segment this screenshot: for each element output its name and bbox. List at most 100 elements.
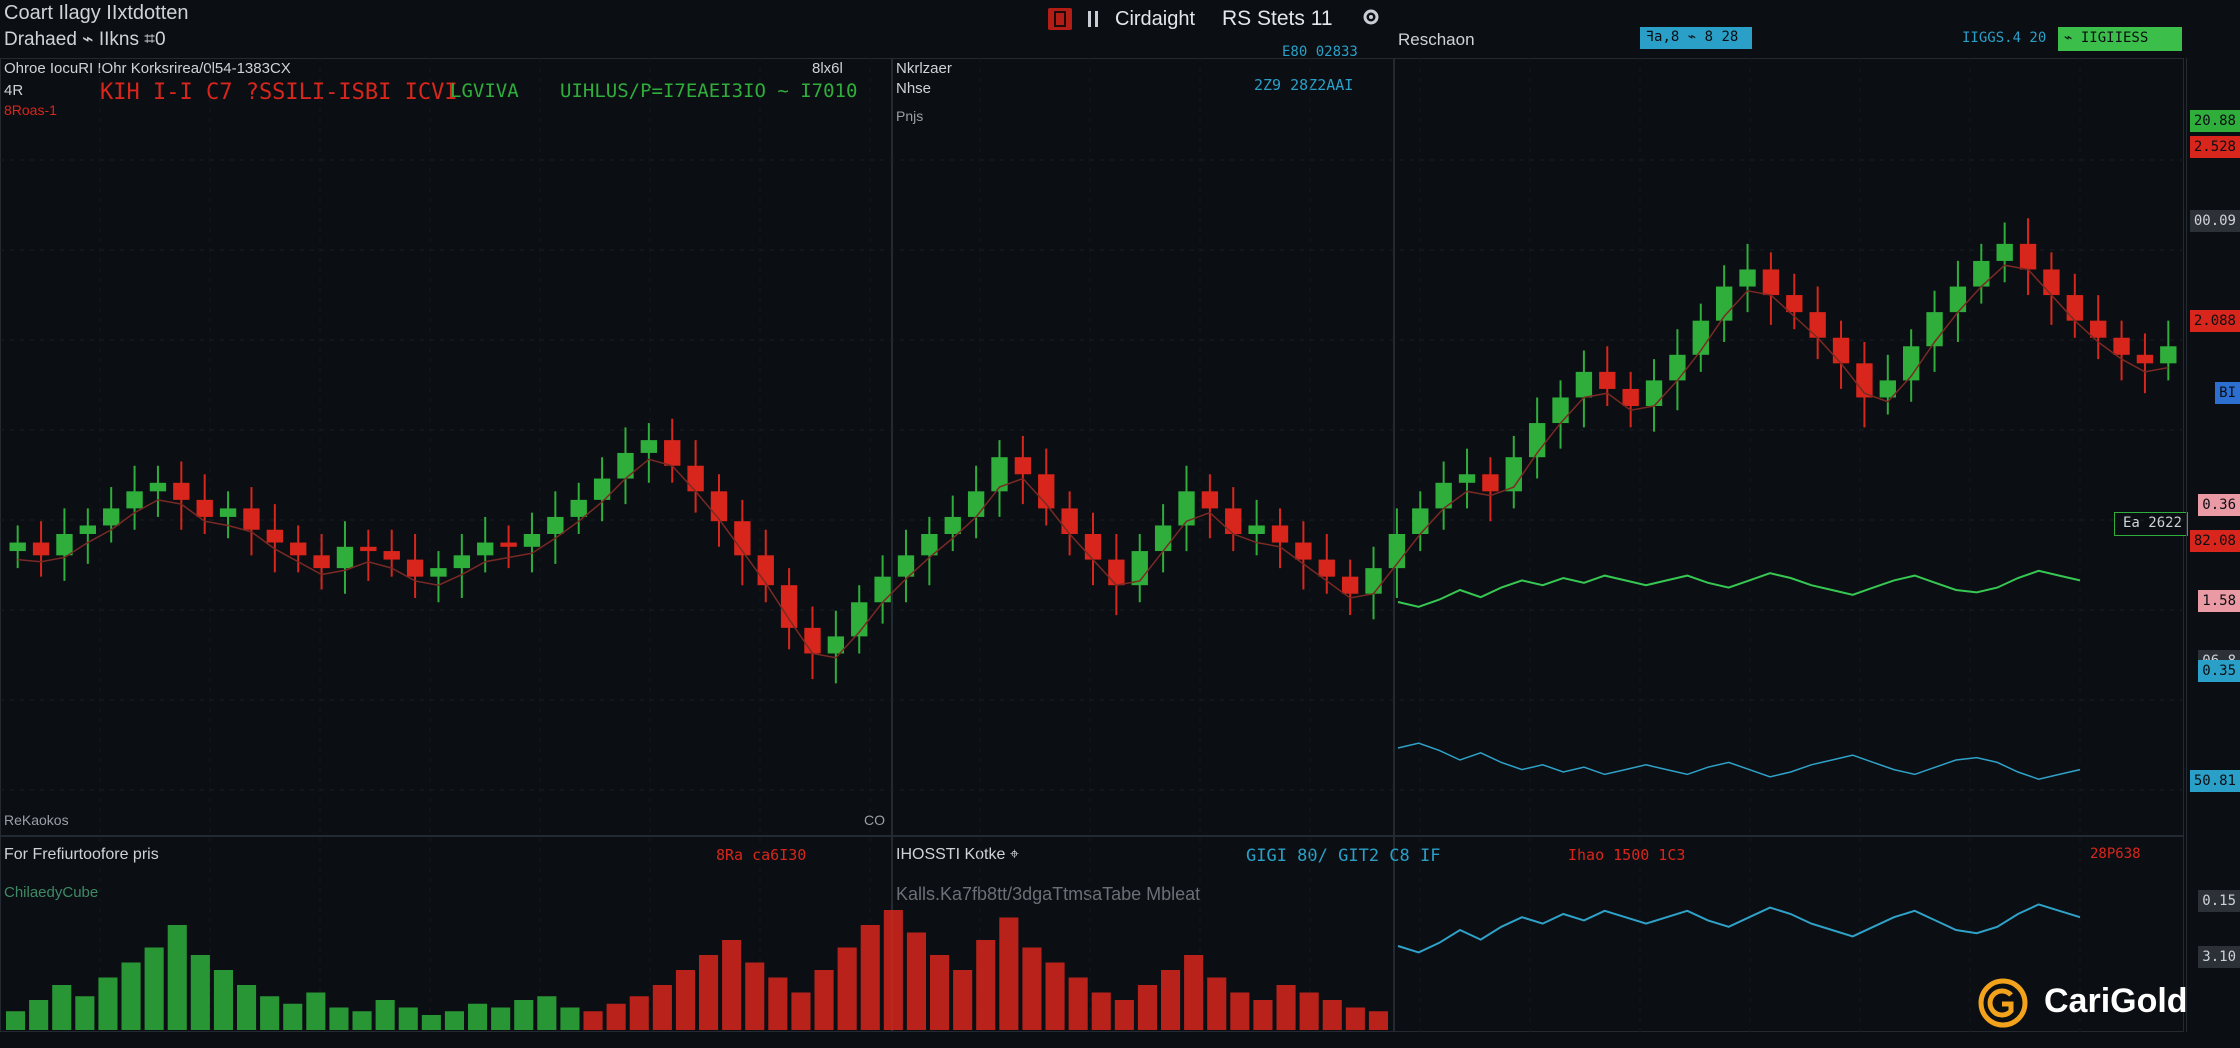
candle-body — [79, 525, 96, 534]
candle-body — [196, 499, 213, 517]
volume-bar — [121, 962, 141, 1030]
price-axis-label: 50.81 — [2189, 770, 2240, 792]
candle-body — [1599, 371, 1616, 389]
candle-body — [547, 516, 564, 534]
volume-bar — [375, 1000, 395, 1030]
candle-body — [1458, 474, 1476, 483]
volume-bar — [860, 925, 880, 1030]
candle-body — [2136, 354, 2154, 364]
volume-bar — [722, 940, 742, 1030]
volume-bar — [144, 947, 164, 1030]
volume-bar — [329, 1007, 349, 1030]
candle-body — [1154, 525, 1172, 552]
volume-bar — [1322, 1000, 1342, 1030]
volume-bar — [1137, 985, 1157, 1030]
candle-body — [1225, 508, 1242, 534]
candle-body — [1201, 491, 1219, 509]
volume-bar — [398, 1007, 418, 1030]
volume-bar — [837, 947, 857, 1030]
candle-body — [523, 534, 541, 547]
candle-body — [1832, 337, 1850, 364]
candle-body — [9, 542, 26, 552]
candle-body — [570, 499, 587, 517]
candle-body — [1061, 508, 1078, 534]
candle-body — [1341, 576, 1359, 594]
volume-bar — [583, 1011, 603, 1030]
candle-body — [219, 508, 237, 517]
candle-body — [1084, 534, 1102, 560]
candle-body — [1318, 559, 1335, 577]
oscillator-line — [1397, 569, 2081, 608]
volume-bar — [768, 977, 788, 1030]
volume-bar — [421, 1015, 441, 1030]
candle-body — [2043, 269, 2060, 296]
volume-bar — [883, 910, 903, 1030]
volume-bar — [745, 962, 765, 1030]
candle-body — [290, 542, 307, 556]
volume-bar — [1299, 992, 1319, 1030]
candle-body — [1996, 243, 2013, 261]
volume-bar — [814, 970, 834, 1030]
candle-body — [1178, 491, 1195, 526]
volume-bar — [237, 985, 257, 1030]
volume-bar — [1068, 977, 1088, 1030]
price-axis-label: 82.08 — [2189, 530, 2240, 552]
candle-body — [126, 491, 143, 509]
candle-body — [2090, 320, 2107, 338]
price-axis-label: 0.36 — [2198, 494, 2240, 516]
volume-bar — [1022, 947, 1042, 1030]
volume-bar — [606, 1003, 626, 1030]
volume-bar — [537, 996, 557, 1030]
volume-bar — [306, 992, 326, 1030]
candle-body — [1809, 312, 1826, 338]
volume-bar — [1230, 992, 1250, 1030]
price-axis-label: 3.10 — [2198, 946, 2240, 968]
volume-bar — [444, 1011, 464, 1030]
candle-body — [383, 551, 400, 560]
volume-bar — [560, 1007, 580, 1030]
volume-bar — [976, 940, 996, 1030]
volume-bar — [213, 970, 233, 1030]
price-axis-label: 2.088 — [2189, 310, 2240, 332]
price-axis-label: 1.58 — [2198, 590, 2240, 612]
candle-body — [1645, 380, 1663, 406]
volume-bar — [953, 970, 973, 1030]
candle-body — [1762, 269, 1780, 296]
candle-body — [2160, 346, 2177, 364]
volume-bar — [1161, 970, 1181, 1030]
candle-body — [1295, 542, 1312, 560]
candle-body — [804, 627, 821, 654]
price-axis-label: 0.15 — [2198, 890, 2240, 912]
candle-body — [780, 585, 798, 628]
candle-body — [103, 508, 120, 526]
volume-bar — [675, 970, 695, 1030]
candle-body — [640, 440, 658, 453]
volume-bar — [52, 985, 72, 1030]
candle-body — [173, 482, 190, 500]
volume-bar — [1253, 1000, 1273, 1030]
volume-bar — [1184, 955, 1204, 1030]
candle-body — [1271, 525, 1289, 543]
volume-bar — [29, 1000, 49, 1030]
candle-body — [477, 542, 494, 556]
volume-bar — [1045, 962, 1065, 1030]
price-axis-label: 20.88 — [2189, 110, 2240, 132]
coin-logo-icon — [1978, 978, 2028, 1028]
volume-bar — [491, 1007, 511, 1030]
candle-body — [991, 457, 1008, 492]
candle-body — [664, 440, 681, 466]
candle-body — [967, 491, 985, 517]
volume-bar — [514, 1000, 534, 1030]
candle-body — [1575, 371, 1593, 398]
volume-bar — [1345, 1007, 1365, 1030]
volume-bar — [260, 996, 280, 1030]
candle-body — [453, 555, 471, 569]
price-axis-label: 00.09 — [2189, 210, 2240, 232]
volume-bar — [1207, 977, 1227, 1030]
volume-line-cyan — [1397, 903, 2081, 954]
indicator-line-cyan — [1397, 742, 2081, 780]
candle-body — [1973, 260, 1990, 287]
volume-bar — [75, 996, 95, 1030]
candle-body — [56, 534, 73, 556]
volume-bar — [352, 1011, 372, 1030]
